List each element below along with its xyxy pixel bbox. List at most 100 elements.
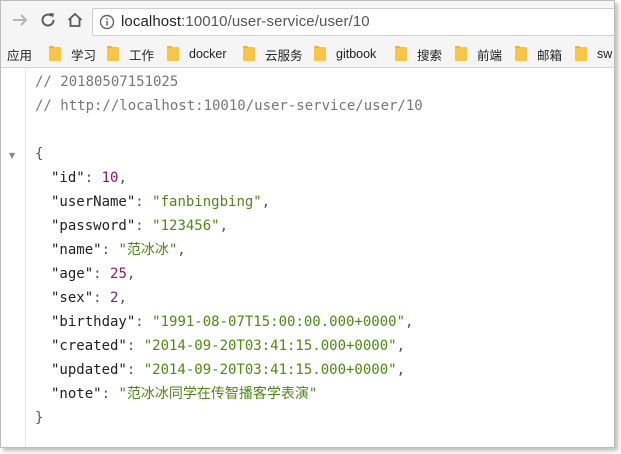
json-value: "fanbingbing" (152, 194, 262, 210)
json-value: "1991-08-07T15:00:00.000+0000" (152, 314, 406, 330)
bookmark-folder-sw[interactable]: sw (575, 45, 612, 63)
json-comma: , (396, 362, 406, 378)
home-button[interactable] (64, 9, 86, 31)
bookmark-label: 工作 (129, 48, 155, 63)
url-text: localhost:10010/user-service/user/10 (121, 13, 370, 30)
bookmarks-bar: 应用 学习 工作 docker 云服务 gitbook 搜索 前端 邮箱 sw (1, 41, 614, 68)
folder-icon (314, 46, 326, 61)
url-comment: // http://localhost:10010/user-service/u… (35, 98, 423, 114)
json-value: 25 (110, 266, 127, 282)
gutter-divider (25, 68, 26, 447)
json-key: "updated" (51, 362, 127, 378)
bookmark-label: 前端 (477, 48, 503, 63)
json-comma: , (405, 314, 414, 330)
bookmark-folder-gitbook[interactable]: gitbook (314, 45, 376, 63)
json-key: "sex" (51, 290, 94, 306)
json-field-row: "userName": "fanbingbing", (51, 192, 270, 212)
bookmark-label: 云服务 (265, 48, 303, 63)
triangle-down-icon: ▼ (9, 151, 16, 160)
json-comma: , (118, 170, 127, 186)
json-colon: : (101, 386, 119, 402)
folder-icon (515, 46, 527, 61)
json-colon: : (126, 362, 144, 378)
browser-toolbar: localhost:10010/user-service/user/10 (1, 1, 614, 41)
json-key: "password" (51, 218, 136, 234)
json-value: "范冰冰同学在传智播客学表演" (118, 386, 318, 402)
json-field-row: "updated": "2014-09-20T03:41:15.000+0000… (51, 360, 405, 380)
home-icon (67, 12, 83, 27)
folder-icon (243, 46, 255, 61)
json-field-row: "id": 10, (51, 168, 127, 188)
json-field-row: "created": "2014-09-20T03:41:15.000+0000… (51, 336, 405, 356)
bookmark-label: docker (189, 47, 227, 61)
bookmark-label: 学习 (71, 48, 97, 63)
json-field-row: "birthday": "1991-08-07T15:00:00.000+000… (51, 312, 413, 332)
json-colon: : (126, 338, 144, 354)
json-comma: , (126, 266, 136, 282)
json-comma: , (118, 290, 127, 306)
json-comma: , (261, 194, 271, 210)
bookmark-folder-search[interactable]: 搜索 (395, 45, 442, 63)
back-button[interactable] (9, 9, 31, 31)
json-key: "note" (51, 386, 102, 402)
folder-icon (49, 46, 61, 61)
folder-icon (575, 46, 587, 61)
json-value: "123456" (152, 218, 220, 234)
folder-icon (395, 46, 407, 61)
json-key: "id" (51, 170, 85, 186)
json-value: "范冰冰" (118, 242, 178, 258)
address-bar[interactable]: localhost:10010/user-service/user/10 (92, 8, 614, 36)
json-comma: , (219, 218, 229, 234)
bookmark-folder-docker[interactable]: docker (167, 45, 227, 63)
folder-icon (107, 46, 119, 61)
bookmark-label: 应用 (7, 48, 33, 63)
bookmark-apps[interactable]: 应用 (7, 45, 32, 63)
reload-button[interactable] (37, 9, 59, 31)
bookmark-folder-work[interactable]: 工作 (107, 45, 154, 63)
json-value: "2014-09-20T03:41:15.000+0000" (143, 338, 397, 354)
json-colon: : (135, 218, 153, 234)
json-colon: : (84, 170, 102, 186)
url-path: :10010/user-service/user/10 (181, 13, 370, 30)
json-field-row: "note": "范冰冰同学在传智播客学表演" (51, 384, 317, 404)
bookmark-label: gitbook (336, 47, 377, 61)
json-colon: : (93, 266, 111, 282)
arrow-right-icon (13, 14, 28, 26)
json-field-row: "name": "范冰冰", (51, 240, 186, 260)
bookmark-label: 搜索 (417, 48, 443, 63)
url-host: localhost (121, 13, 182, 30)
bookmark-folder-cloud[interactable]: 云服务 (243, 45, 303, 63)
info-icon[interactable] (99, 14, 115, 30)
json-field-row: "password": "123456", (51, 216, 228, 236)
folder-icon (167, 46, 179, 61)
json-key: "name" (51, 242, 102, 258)
close-brace: } (35, 410, 44, 426)
json-key: "userName" (51, 194, 136, 210)
json-key: "age" (51, 266, 94, 282)
json-key: "birthday" (51, 314, 136, 330)
json-viewer: ▼ // 20180507151025 // http://localhost:… (1, 68, 614, 447)
fold-toggle[interactable]: ▼ (9, 151, 15, 160)
json-colon: : (101, 242, 119, 258)
bookmark-folder-frontend[interactable]: 前端 (455, 45, 502, 63)
json-colon: : (135, 314, 153, 330)
bookmark-folder-study[interactable]: 学习 (49, 45, 96, 63)
json-comma: , (177, 242, 186, 258)
json-field-row: "age": 25, (51, 264, 135, 284)
folder-icon (455, 46, 467, 61)
json-comma: , (396, 338, 406, 354)
json-value: "2014-09-20T03:41:15.000+0000" (143, 362, 397, 378)
browser-window: localhost:10010/user-service/user/10 应用 … (0, 0, 615, 448)
bookmark-label: sw (597, 47, 613, 61)
json-key: "created" (51, 338, 127, 354)
json-colon: : (135, 194, 153, 210)
bookmark-folder-mail[interactable]: 邮箱 (515, 45, 562, 63)
json-field-row: "sex": 2, (51, 288, 127, 308)
bookmark-label: 邮箱 (537, 48, 563, 63)
open-brace: { (35, 146, 44, 162)
line-gutter (1, 68, 25, 447)
reload-icon (41, 13, 55, 27)
json-colon: : (93, 290, 111, 306)
json-value: 10 (101, 170, 119, 186)
timestamp-comment: // 20180507151025 (35, 74, 179, 90)
